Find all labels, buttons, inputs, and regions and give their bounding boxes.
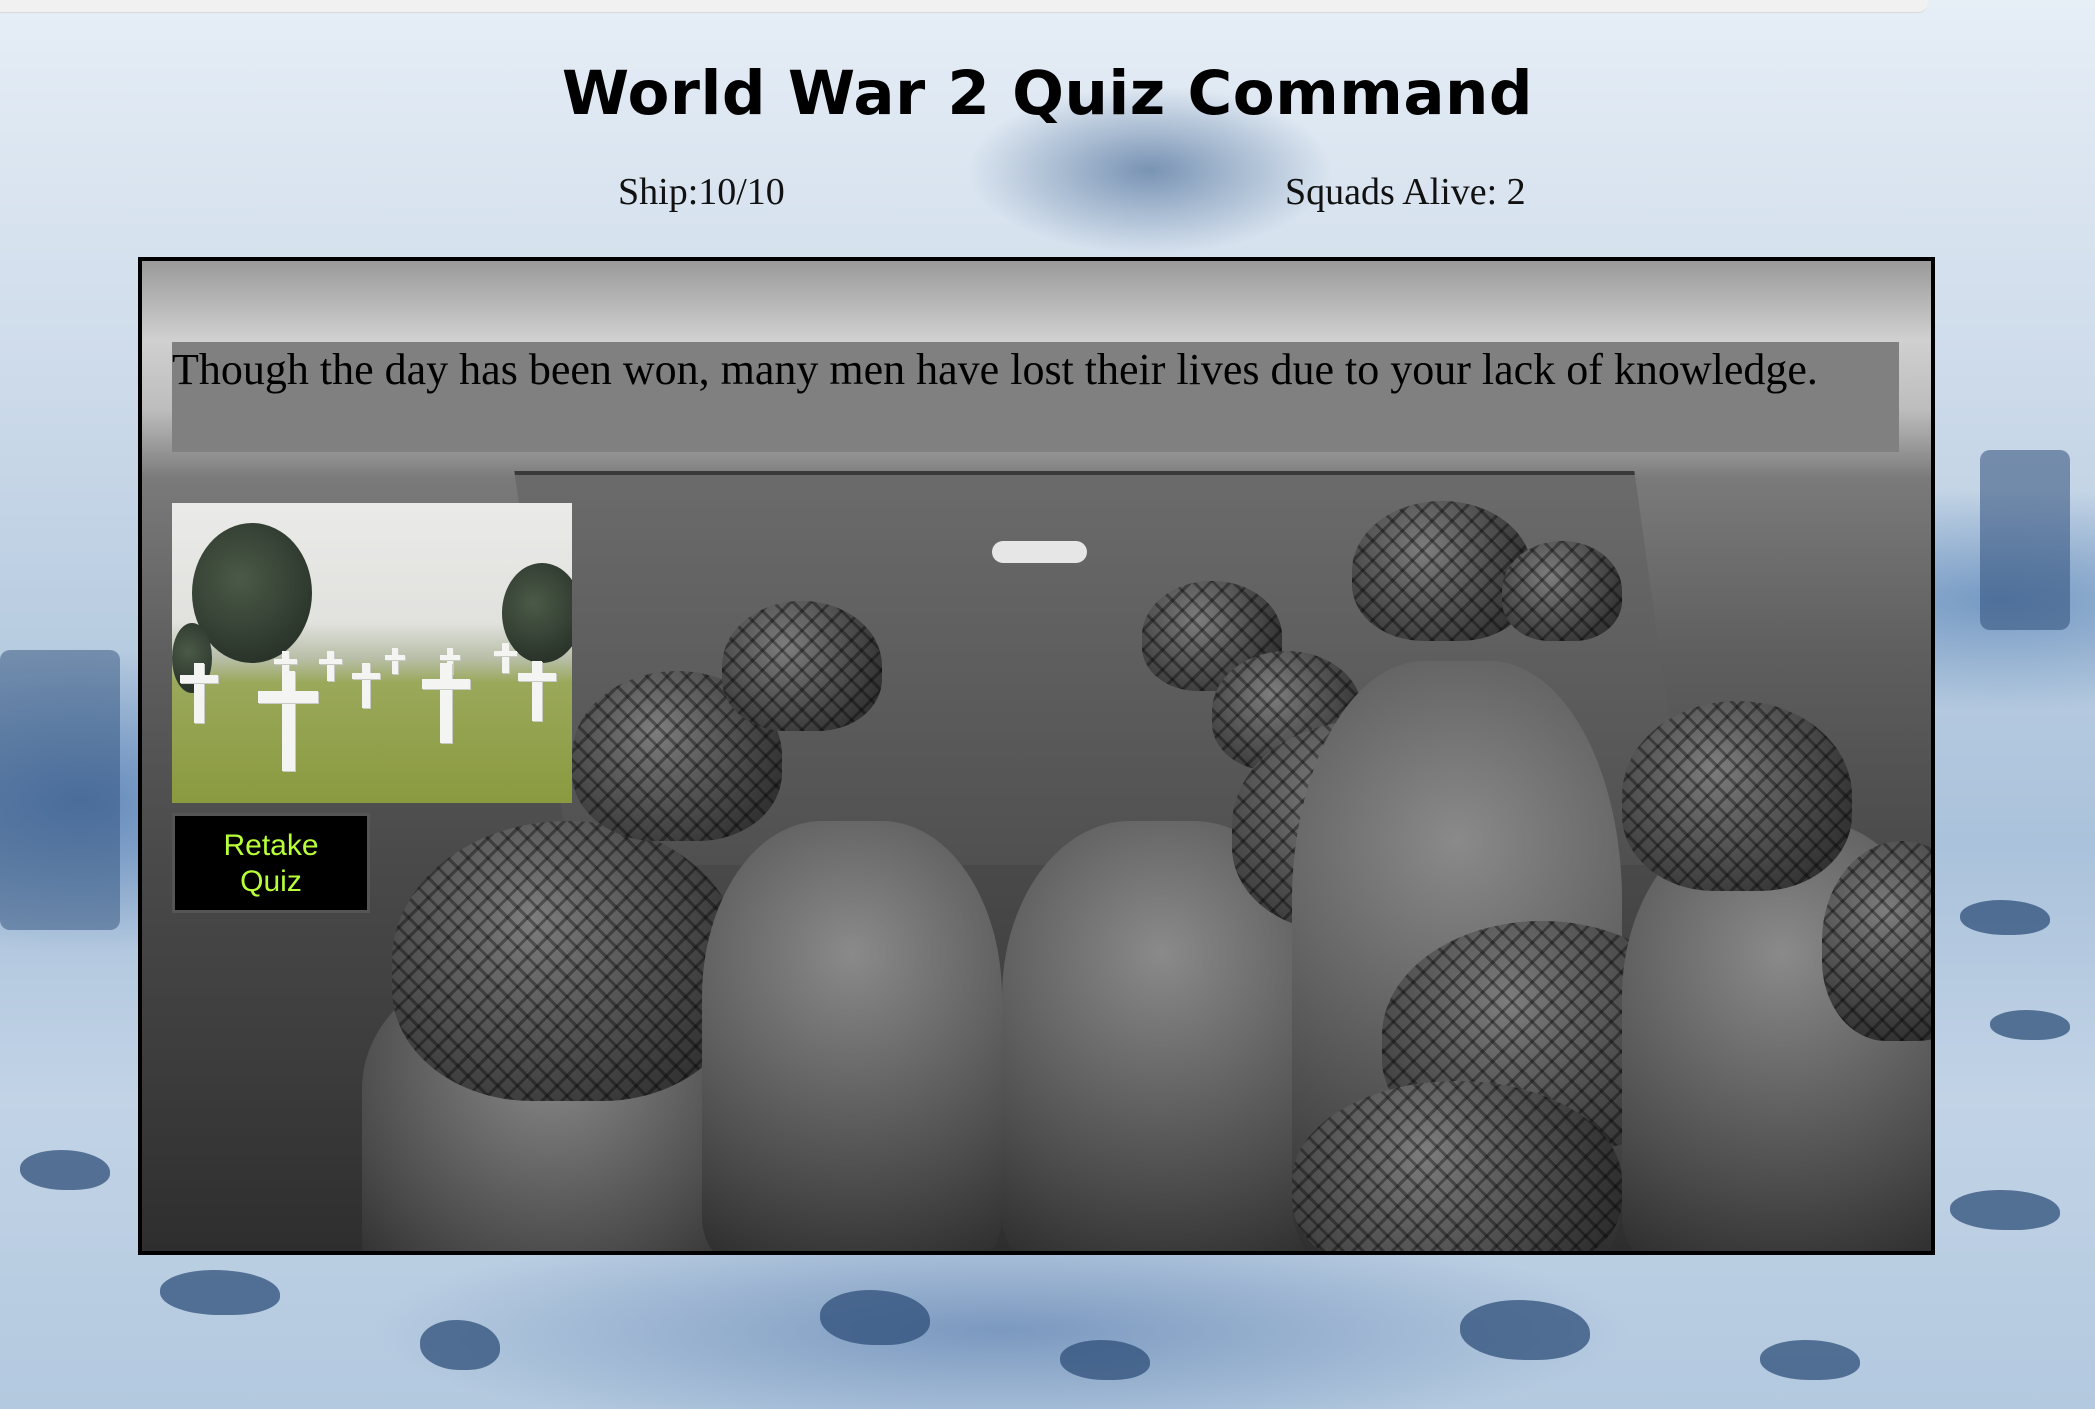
ramp-slot	[992, 541, 1087, 563]
cross-icon	[392, 648, 398, 674]
landing-craft-scene: Though the day has been won, many men ha…	[138, 257, 1935, 1255]
cross-icon	[422, 679, 470, 689]
background-figure	[420, 1320, 500, 1370]
result-message: Though the day has been won, many men ha…	[172, 342, 1899, 452]
cross-icon	[180, 675, 218, 683]
cross-icon	[502, 643, 509, 673]
soldier-helmet	[1352, 501, 1532, 641]
cross-icon	[440, 655, 460, 660]
soldier-helmet	[392, 821, 742, 1101]
cemetery-image	[172, 503, 572, 803]
background-figure	[1990, 1010, 2070, 1040]
tree	[502, 563, 572, 663]
background-figure	[1760, 1340, 1860, 1380]
cross-icon	[327, 651, 334, 681]
cross-icon	[352, 673, 380, 679]
cross-icon	[282, 671, 295, 771]
squads-alive-status: Squads Alive: 2	[1285, 171, 1526, 213]
top-bar	[0, 0, 1928, 13]
soldier-helmet	[1502, 541, 1622, 641]
cross-icon	[274, 659, 297, 664]
cross-icon	[319, 659, 342, 664]
soldier-helmet	[1622, 701, 1852, 891]
cross-icon	[362, 663, 370, 708]
cross-icon	[532, 661, 542, 721]
background-figure	[20, 1150, 110, 1190]
page-title: World War 2 Quiz Command	[561, 58, 1534, 129]
soldier-helmet	[722, 601, 882, 731]
cross-icon	[440, 663, 452, 743]
background-figure	[1960, 900, 2050, 935]
background-obstacle	[0, 650, 120, 930]
cross-icon	[385, 655, 405, 660]
background-figure	[160, 1270, 280, 1315]
cross-icon	[258, 691, 318, 703]
background-figure	[820, 1290, 930, 1345]
cross-icon	[194, 663, 204, 723]
soldier	[702, 821, 1002, 1251]
ship-status: Ship:10/10	[618, 171, 785, 213]
background-figure	[1460, 1300, 1590, 1360]
cross-icon	[494, 651, 517, 656]
background-obstacle	[1980, 450, 2070, 630]
background-figure	[1060, 1340, 1150, 1380]
background-figure	[1950, 1190, 2060, 1230]
cross-icon	[518, 673, 556, 681]
retake-quiz-button[interactable]: Retake Quiz	[172, 813, 370, 913]
